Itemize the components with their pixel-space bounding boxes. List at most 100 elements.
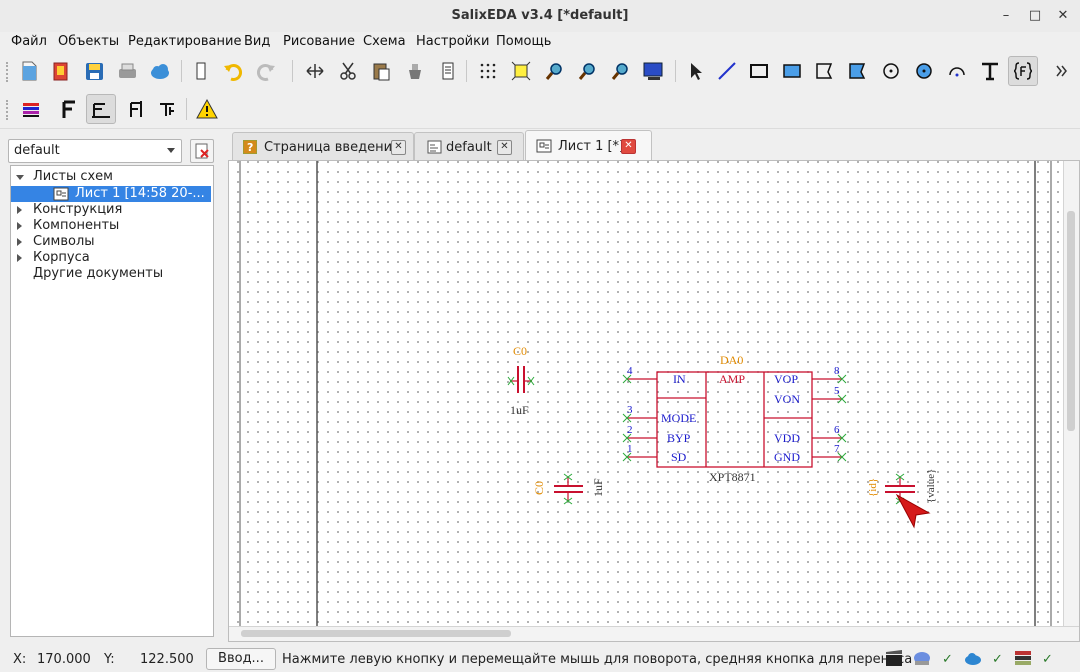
- vertical-scroll-thumb[interactable]: [1067, 211, 1075, 431]
- cut-icon[interactable]: [335, 58, 361, 84]
- align-right-icon[interactable]: [122, 96, 148, 122]
- new-file-icon[interactable]: [16, 58, 42, 84]
- chip-da0[interactable]: DA0 AMP XPT8871 4 IN 3 MODE 2 BYP 1 SD 8…: [622, 353, 847, 484]
- page-icon[interactable]: [188, 58, 214, 84]
- close-project-button[interactable]: [190, 139, 214, 163]
- sheet-icon: [536, 139, 552, 153]
- tab-sheet-1[interactable]: Лист 1 [*] ✕: [525, 130, 652, 161]
- toolbar-more-icon[interactable]: [1052, 58, 1070, 84]
- tree-item-symbols[interactable]: Символы: [11, 234, 211, 250]
- rectangle-icon[interactable]: [746, 58, 772, 84]
- tree-item-packages[interactable]: Корпуса: [11, 250, 211, 266]
- close-button[interactable]: ✕: [1052, 6, 1074, 26]
- minimize-button[interactable]: –: [995, 6, 1017, 26]
- capacitor-value: {value}: [925, 469, 937, 503]
- close-tab-icon[interactable]: ✕: [621, 139, 636, 154]
- align-top-icon[interactable]: [154, 96, 180, 122]
- y-label: Y:: [104, 652, 115, 667]
- library-icon[interactable]: [1013, 648, 1033, 668]
- menu-schematic[interactable]: Схема: [363, 34, 406, 49]
- tab-default[interactable]: default ✕: [414, 132, 524, 160]
- flip-icon[interactable]: [302, 58, 328, 84]
- input-button[interactable]: Ввод...: [206, 648, 276, 670]
- x-label: X:: [13, 652, 27, 667]
- text-icon[interactable]: [977, 58, 1003, 84]
- schematic-canvas[interactable]: C0 1uF C0 1uF DA0 AMP XPT8871 4 IN 3 MOD…: [228, 160, 1080, 642]
- zoom-fit-icon[interactable]: [542, 58, 568, 84]
- chip-ref: DA0: [720, 353, 743, 367]
- help-page-icon: ?: [243, 140, 257, 154]
- tree-item-construction[interactable]: Конструкция: [11, 202, 211, 218]
- capacitor-c0-bottom[interactable]: C0 1uF: [532, 473, 605, 505]
- print-icon[interactable]: [114, 58, 140, 84]
- pin-number: 3: [627, 404, 633, 416]
- expand-down-icon[interactable]: [16, 175, 24, 180]
- close-tab-icon[interactable]: ✕: [497, 140, 512, 155]
- menu-edit[interactable]: Редактирование: [128, 34, 241, 49]
- expand-right-icon[interactable]: [17, 254, 22, 262]
- filled-circle-icon[interactable]: [911, 58, 937, 84]
- menu-file[interactable]: Файл: [11, 34, 47, 49]
- filled-polygon-icon[interactable]: [844, 58, 870, 84]
- open-file-icon[interactable]: [48, 58, 74, 84]
- arc-icon[interactable]: [944, 58, 970, 84]
- toolbar-grip[interactable]: [6, 100, 12, 120]
- tab-label: Лист 1 [*]: [558, 139, 625, 154]
- pin-number: 8: [834, 365, 840, 377]
- display-icon[interactable]: [640, 58, 666, 84]
- circle-icon[interactable]: [878, 58, 904, 84]
- grid-icon[interactable]: [475, 58, 501, 84]
- tree-item-sheet-1[interactable]: Лист 1 [14:58 20-...: [11, 186, 211, 202]
- schematic-grid[interactable]: C0 1uF C0 1uF DA0 AMP XPT8871 4 IN 3 MOD…: [229, 161, 1063, 627]
- window-title: SalixEDA v3.4 [*default]: [451, 8, 629, 23]
- undo-icon[interactable]: [220, 58, 246, 84]
- clean-icon[interactable]: [402, 58, 428, 84]
- schematic-drawing[interactable]: C0 1uF C0 1uF DA0 AMP XPT8871 4 IN 3 MOD…: [229, 161, 1063, 627]
- redo-icon[interactable]: [253, 58, 279, 84]
- horizontal-scroll-thumb[interactable]: [241, 630, 511, 637]
- warning-icon[interactable]: [194, 96, 220, 122]
- list-icon[interactable]: [435, 58, 461, 84]
- menu-objects[interactable]: Объекты: [58, 34, 119, 49]
- vertical-scrollbar[interactable]: [1063, 161, 1079, 627]
- select-area-icon[interactable]: [508, 58, 534, 84]
- tree-item-components[interactable]: Компоненты: [11, 218, 211, 234]
- save-icon[interactable]: [81, 58, 107, 84]
- tab-intro-page[interactable]: ? Страница введения ✕: [232, 132, 414, 160]
- cloud-icon[interactable]: [147, 58, 173, 84]
- menu-help[interactable]: Помощь: [496, 34, 551, 49]
- line-icon[interactable]: [714, 58, 740, 84]
- capacitor-value: 1uF: [591, 478, 605, 497]
- menu-draw[interactable]: Рисование: [283, 34, 355, 49]
- capacitor-c0-top[interactable]: C0 1uF: [507, 344, 535, 417]
- cloud-status-icon[interactable]: [963, 648, 983, 668]
- tree-item-schematic-sheets[interactable]: Листы схем: [11, 169, 211, 185]
- menu-settings[interactable]: Настройки: [416, 34, 489, 49]
- zoom-out-icon[interactable]: [608, 58, 634, 84]
- layers-icon[interactable]: [18, 96, 44, 122]
- polygon-icon[interactable]: [811, 58, 837, 84]
- paste-icon[interactable]: [368, 58, 394, 84]
- expand-right-icon[interactable]: [17, 222, 22, 230]
- expand-right-icon[interactable]: [17, 238, 22, 246]
- pointer-icon[interactable]: [682, 58, 708, 84]
- maximize-button[interactable]: □: [1024, 6, 1046, 26]
- horizontal-scrollbar[interactable]: [229, 626, 1079, 641]
- zoom-in-icon[interactable]: [575, 58, 601, 84]
- expand-right-icon[interactable]: [17, 206, 22, 214]
- project-select[interactable]: default: [8, 139, 182, 163]
- filled-rectangle-icon[interactable]: [779, 58, 805, 84]
- tree-item-other-docs[interactable]: Другие документы: [11, 266, 211, 282]
- menu-view[interactable]: Вид: [244, 34, 270, 49]
- font-icon[interactable]: [56, 96, 82, 122]
- align-bottom-icon[interactable]: [86, 94, 116, 124]
- pin-name: MODE: [661, 411, 696, 425]
- close-tab-icon[interactable]: ✕: [391, 140, 406, 155]
- clapper-icon[interactable]: [884, 648, 904, 668]
- network-icon[interactable]: [912, 648, 932, 668]
- toolbar-grip[interactable]: [6, 62, 12, 82]
- pin-name: VDD: [774, 431, 800, 445]
- field-icon[interactable]: [1008, 56, 1038, 86]
- tree-item-label: Компоненты: [33, 218, 120, 233]
- status-bar: X: 170.000 Y: 122.500 Ввод... Нажмите ле…: [0, 644, 1080, 672]
